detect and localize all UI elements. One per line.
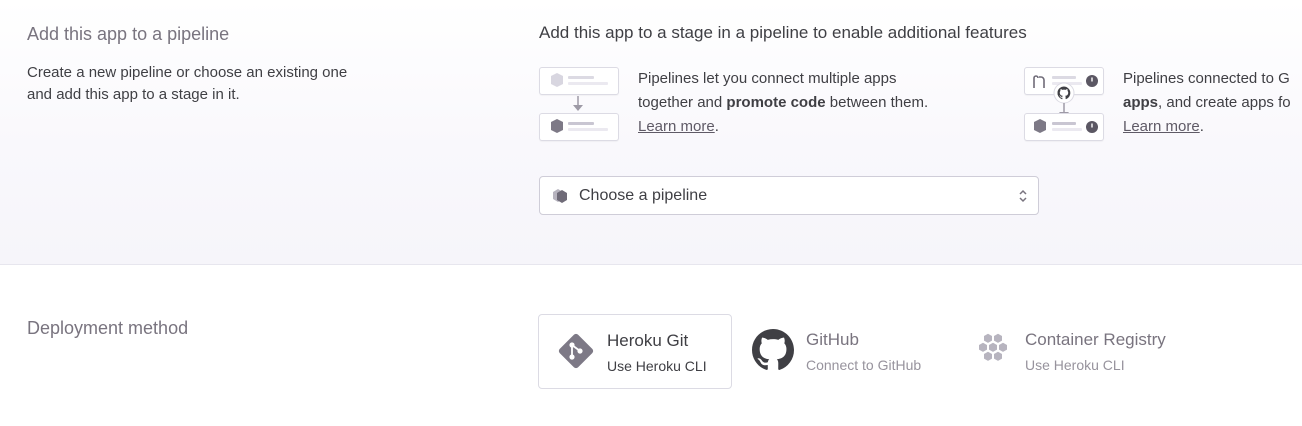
deploy-option-heroku-git[interactable]: Heroku Git Use Heroku CLI [538, 314, 732, 389]
pipeline-feature-promote: Pipelines let you connect multiple apps … [539, 67, 999, 147]
heroku-git-name: Heroku Git [607, 331, 689, 350]
feature2-line-2-post: , and create apps fo [1158, 94, 1291, 111]
github-sub: Connect to GitHub [806, 357, 922, 373]
pipeline-section-title: Add this app to a pipeline [27, 24, 230, 44]
link-suffix: . [714, 118, 719, 135]
up-down-chevron-icon [1019, 189, 1027, 203]
learn-more-link[interactable]: Learn more [638, 118, 715, 135]
feature2-line-1: Pipelines connected to G [1123, 70, 1290, 87]
github-name: GitHub [806, 330, 859, 349]
pipeline-description: Create a new pipeline or choose an exist… [27, 64, 348, 103]
feature-line-2-post: between them. [825, 94, 929, 111]
feature-line-1: Pipelines let you connect multiple apps [638, 70, 897, 87]
feature-line-2: together and promote code between them. [638, 91, 998, 115]
pipeline-heading: Add this app to a stage in a pipeline to… [539, 23, 1027, 42]
feature2-line-2-bold: apps [1123, 94, 1159, 111]
pipeline-section: Add this app to a pipeline Create a new … [0, 0, 1302, 265]
heroku-git-sub: Use Heroku CLI [607, 358, 707, 374]
deploy-option-container-registry[interactable]: Container Registry Use Heroku CLI [960, 314, 1210, 389]
pipeline-feature-github: Pipelines connected to G apps, and creat… [1024, 67, 1302, 147]
link-suffix-2: . [1199, 118, 1204, 135]
pipeline-feature-text: Pipelines let you connect multiple apps … [638, 67, 998, 139]
feature2-line-2: apps, and create apps fo [1123, 91, 1302, 115]
feature-line-3: Learn more. [638, 115, 998, 139]
heroku-git-icon [558, 333, 594, 369]
choose-pipeline-placeholder: Choose a pipeline [579, 187, 708, 204]
pipeline-github-icon [1024, 67, 1104, 143]
github-icon [752, 329, 794, 370]
container-registry-sub: Use Heroku CLI [1025, 357, 1125, 373]
pipeline-promote-icon [539, 67, 619, 143]
choose-pipeline-select[interactable]: Choose a pipeline [539, 176, 1039, 215]
feature-line-2-pre: together and [638, 94, 727, 111]
pipeline-feature-text-2: Pipelines connected to G apps, and creat… [1123, 67, 1302, 139]
container-registry-icon [979, 333, 1007, 361]
deploy-option-github[interactable]: GitHub Connect to GitHub [740, 314, 950, 389]
feature2-line-3: Learn more. [1123, 115, 1302, 139]
feature-line-2-bold: promote code [726, 94, 826, 111]
container-registry-name: Container Registry [1025, 330, 1166, 349]
deployment-method-title: Deployment method [27, 318, 189, 338]
pipeline-icon [553, 189, 567, 203]
learn-more-link-2[interactable]: Learn more [1123, 118, 1200, 135]
